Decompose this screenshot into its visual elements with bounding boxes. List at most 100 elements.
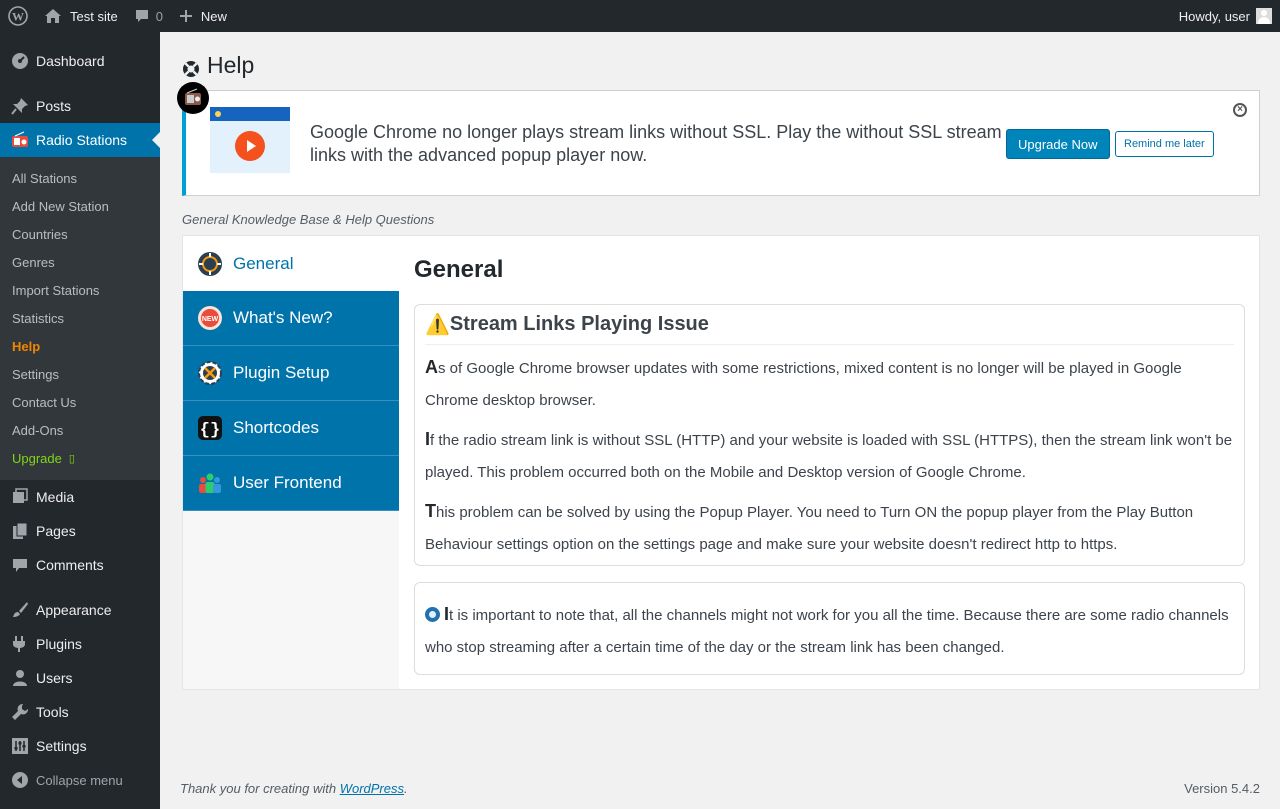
submenu-upgrade[interactable]: Upgrade ▯ (0, 444, 160, 472)
tab-general[interactable]: General (183, 236, 399, 291)
footer-thanks: Thank you for creating with WordPress. (180, 781, 408, 796)
menu-label: Posts (36, 98, 72, 114)
menu-label: Comments (36, 557, 104, 573)
submenu-import-stations[interactable]: Import Stations (0, 276, 160, 304)
menu-label: Dashboard (36, 53, 105, 69)
menu-label: Plugins (36, 636, 82, 652)
note-paragraph: It is important to note that, all the ch… (425, 598, 1234, 664)
new-label: New (200, 8, 227, 24)
dismiss-notice-icon[interactable]: × (1233, 103, 1247, 117)
radio-bullet-icon (425, 607, 440, 622)
submenu-contact-us[interactable]: Contact Us (0, 388, 160, 416)
pin-icon (10, 96, 30, 116)
submenu-add-new-station[interactable]: Add New Station (0, 192, 160, 220)
new-content-link[interactable]: New (171, 0, 235, 32)
radio-icon (10, 130, 30, 150)
browser-play-illustration (210, 107, 290, 173)
upgrade-glyph-icon: ▯ (68, 452, 75, 465)
menu-label: Pages (36, 523, 76, 539)
paragraph-text: s of Google Chrome browser updates with … (425, 360, 1182, 409)
knowledge-base-label: General Knowledge Base & Help Questions (182, 212, 435, 227)
submenu-all-stations[interactable]: All Stations (0, 164, 160, 192)
page-title-text: Help (207, 52, 255, 78)
radio-stations-submenu: All Stations Add New Station Countries G… (0, 157, 160, 480)
settings-icon (10, 736, 30, 756)
submenu-countries[interactable]: Countries (0, 220, 160, 248)
comments-count: 0 (155, 8, 163, 24)
menu-appearance[interactable]: Appearance (0, 593, 160, 627)
menu-comments[interactable]: Comments (0, 548, 160, 582)
remind-me-later-button[interactable]: Remind me later (1115, 131, 1214, 157)
comments-link[interactable]: 0 (126, 0, 171, 32)
users-group-icon (197, 470, 223, 496)
wordpress-logo-icon[interactable]: W (0, 0, 36, 32)
plugin-icon (10, 634, 30, 654)
paragraph: If the radio stream link is without SSL … (425, 423, 1234, 489)
upgrade-now-button[interactable]: Upgrade Now (1006, 129, 1110, 159)
collapse-menu-button[interactable]: Collapse menu (0, 763, 160, 797)
upgrade-label: Upgrade (12, 450, 62, 466)
svg-text:NEW: NEW (202, 316, 219, 323)
menu-users[interactable]: Users (0, 661, 160, 695)
radio-badge-icon (177, 82, 209, 114)
tab-label: Plugin Setup (233, 363, 330, 382)
tab-label: What's New? (233, 308, 333, 327)
paragraph: As of Google Chrome browser updates with… (425, 351, 1234, 417)
menu-radio-stations[interactable]: Radio Stations (0, 123, 160, 157)
menu-label: Appearance (36, 602, 112, 618)
avatar (1256, 8, 1272, 24)
play-icon (235, 131, 265, 161)
admin-sidebar: Dashboard Posts Radio Stations All Stati… (0, 32, 160, 809)
plus-icon (179, 9, 193, 23)
tab-user-frontend[interactable]: User Frontend (183, 456, 399, 511)
new-badge-icon: NEW (197, 305, 223, 331)
menu-plugins[interactable]: Plugins (0, 627, 160, 661)
menu-settings[interactable]: Settings (0, 729, 160, 763)
menu-label: Settings (36, 738, 87, 754)
submenu-help[interactable]: Help (0, 332, 160, 360)
menu-posts[interactable]: Posts (0, 89, 160, 123)
tab-whats-new[interactable]: NEW What's New? (183, 291, 399, 346)
footer-thanks-suffix: . (404, 781, 408, 796)
main-content: Help Google Chrome no longer plays strea… (160, 32, 1280, 809)
footer-thanks-prefix: Thank you for creating with (180, 781, 340, 796)
paragraph-text: his problem can be solved by using the P… (425, 504, 1194, 553)
help-tabs: General NEW What's New? Plugin Setup {} … (183, 236, 399, 689)
wordpress-link[interactable]: WordPress (340, 781, 404, 796)
site-name-link[interactable]: Test site (36, 0, 126, 32)
submenu-settings[interactable]: Settings (0, 360, 160, 388)
submenu-statistics[interactable]: Statistics (0, 304, 160, 332)
tab-label: General (233, 253, 294, 273)
media-icon (10, 487, 30, 507)
menu-tools[interactable]: Tools (0, 695, 160, 729)
submenu-add-ons[interactable]: Add-Ons (0, 416, 160, 444)
home-icon (44, 8, 62, 24)
tab-plugin-setup[interactable]: Plugin Setup (183, 346, 399, 401)
menu-media[interactable]: Media (0, 480, 160, 514)
menu-label: Users (36, 670, 73, 686)
wrench-icon (10, 702, 30, 722)
tab-content: General ⚠️ Stream Links Playing Issue As… (414, 236, 1245, 675)
menu-pages[interactable]: Pages (0, 514, 160, 548)
admin-bar: W Test site 0 New Howdy, user (0, 0, 1280, 32)
help-panel: General NEW What's New? Plugin Setup {} … (182, 235, 1260, 690)
brush-icon (10, 600, 30, 620)
svg-text:{}: {} (200, 421, 220, 440)
ssl-upgrade-notice: Google Chrome no longer plays stream lin… (177, 82, 1260, 196)
note-text: t is important to note that, all the cha… (425, 607, 1229, 656)
page-title: Help (182, 52, 254, 79)
general-icon (197, 251, 223, 277)
comment-bubble-icon (134, 8, 150, 24)
footer-version: Version 5.4.2 (1184, 781, 1260, 796)
lifebuoy-icon (182, 57, 200, 77)
submenu-genres[interactable]: Genres (0, 248, 160, 276)
pages-icon (10, 521, 30, 541)
svg-text:W: W (12, 10, 24, 24)
user-icon (10, 668, 30, 688)
collapse-label: Collapse menu (36, 772, 123, 788)
setup-gear-icon (197, 360, 223, 386)
my-account-link[interactable]: Howdy, user (1171, 0, 1280, 32)
menu-label: Tools (36, 704, 69, 720)
menu-dashboard[interactable]: Dashboard (0, 44, 160, 78)
tab-shortcodes[interactable]: {} Shortcodes (183, 401, 399, 456)
